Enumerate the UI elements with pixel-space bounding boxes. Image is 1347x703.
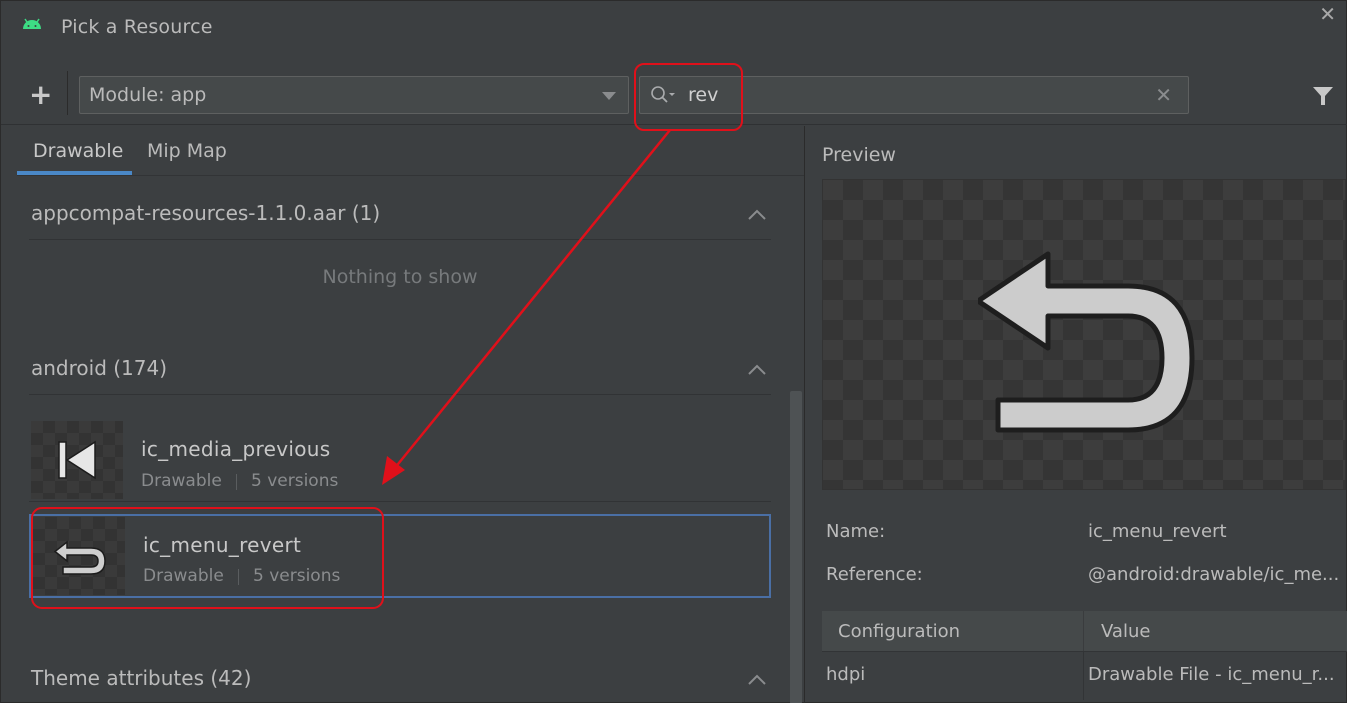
- module-select-value: Module: app: [89, 84, 207, 106]
- window-title: Pick a Resource: [61, 16, 213, 38]
- pick-resource-dialog: Pick a Resource ✕ + Module: app rev ✕ Dr…: [0, 0, 1347, 703]
- menu-revert-icon: [978, 251, 1195, 433]
- group-divider: [29, 239, 771, 240]
- column-divider: [1083, 611, 1084, 651]
- chevron-down-icon: [602, 92, 616, 100]
- empty-state-text: Nothing to show: [322, 266, 478, 288]
- item-type: Drawable: [141, 471, 222, 491]
- group-divider: [29, 394, 771, 395]
- tab-mip-map[interactable]: Mip Map: [147, 140, 227, 162]
- toolbar-divider: [67, 71, 68, 115]
- title-bar: Pick a Resource ✕: [1, 1, 1347, 53]
- reference-value[interactable]: @android:drawable/ic_me...: [1088, 564, 1339, 585]
- list-item-selected[interactable]: ic_menu_revert Drawable 5 versions: [29, 514, 771, 598]
- search-value: rev: [688, 84, 719, 106]
- tabs-divider: [17, 175, 804, 176]
- group-header-theme-attributes: Theme attributes (42): [31, 666, 252, 690]
- table-header: Configuration Value: [822, 611, 1347, 651]
- reference-label: Reference:: [826, 564, 923, 585]
- close-icon[interactable]: ✕: [1319, 4, 1336, 24]
- config-cell: hdpi: [826, 664, 866, 685]
- name-label: Name:: [826, 521, 886, 542]
- search-input[interactable]: rev ✕: [639, 76, 1189, 114]
- item-divider: [29, 501, 771, 502]
- item-meta-divider: [236, 474, 237, 490]
- chevron-up-icon[interactable]: [747, 362, 767, 376]
- group-header-android: android (174): [31, 356, 168, 380]
- item-name: ic_media_previous: [141, 437, 331, 461]
- value-cell: Drawable File - ic_menu_r...: [1088, 664, 1335, 685]
- group-header-appcompat: appcompat-resources-1.1.0.aar (1): [31, 201, 381, 225]
- android-icon: [23, 18, 41, 29]
- list-item[interactable]: ic_media_previous Drawable 5 versions: [29, 419, 771, 501]
- item-versions: 5 versions: [253, 566, 341, 586]
- column-header-configuration[interactable]: Configuration: [838, 621, 960, 642]
- item-versions: 5 versions: [251, 471, 339, 491]
- item-type: Drawable: [143, 566, 224, 586]
- module-select[interactable]: Module: app: [79, 76, 629, 114]
- preview-image-area: [822, 179, 1346, 490]
- column-divider: [1083, 652, 1084, 700]
- column-header-value[interactable]: Value: [1101, 621, 1150, 642]
- tab-drawable[interactable]: Drawable: [33, 140, 123, 162]
- search-icon: [651, 86, 675, 103]
- item-thumbnail: [31, 421, 123, 499]
- media-previous-icon: [58, 440, 96, 480]
- clear-search-icon[interactable]: ✕: [1155, 83, 1172, 107]
- preview-pane: Preview Name: ic_menu_revert Reference: …: [805, 126, 1347, 703]
- item-meta-divider: [238, 569, 239, 585]
- scrollbar-thumb[interactable]: [790, 391, 802, 703]
- preview-label: Preview: [822, 144, 896, 166]
- chevron-up-icon[interactable]: [747, 672, 767, 686]
- item-thumbnail: [33, 517, 125, 595]
- item-name: ic_menu_revert: [143, 533, 302, 557]
- filter-icon[interactable]: [1312, 85, 1334, 107]
- menu-revert-icon: [53, 540, 106, 575]
- chevron-up-icon[interactable]: [747, 207, 767, 221]
- resource-list-pane: Drawable Mip Map appcompat-resources-1.1…: [1, 126, 804, 703]
- toolbar: + Module: app rev ✕: [1, 61, 1347, 125]
- name-value: ic_menu_revert: [1088, 521, 1227, 542]
- table-row[interactable]: hdpi Drawable File - ic_menu_r...: [822, 651, 1347, 700]
- add-resource-button[interactable]: +: [29, 81, 52, 109]
